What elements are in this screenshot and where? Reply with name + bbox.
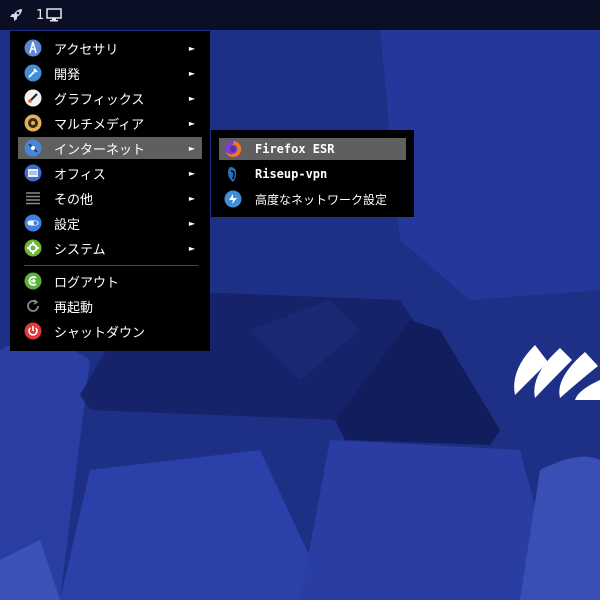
menu-item-label: 再起動 — [54, 300, 94, 316]
menu-item-label: インターネット — [54, 142, 146, 158]
workspace-switcher[interactable]: 1 — [36, 7, 63, 23]
submenu-arrow-icon: ► — [188, 168, 196, 178]
menu-item-logout[interactable]: ログアウト — [18, 270, 202, 292]
internet-icon — [23, 138, 43, 158]
submenu-item-label: Riseup-vpn — [255, 167, 328, 181]
menu-item-accessories[interactable]: アクセサリ ► — [18, 37, 202, 59]
menu-item-internet[interactable]: インターネット ► — [18, 137, 202, 159]
submenu-arrow-icon: ► — [188, 193, 196, 203]
menu-item-label: ログアウト — [54, 275, 120, 291]
network-settings-icon — [223, 189, 243, 209]
top-panel: 1 — [0, 0, 600, 30]
menu-separator — [24, 265, 198, 266]
settings-icon — [23, 213, 43, 233]
rocket-icon — [10, 9, 22, 21]
submenu-item-riseup-vpn[interactable]: Riseup-vpn — [219, 163, 406, 185]
menu-item-label: マルチメディア — [54, 117, 145, 133]
submenu-arrow-icon: ► — [188, 143, 196, 153]
system-icon — [23, 238, 43, 258]
menu-item-label: グラフィックス — [54, 92, 145, 108]
shutdown-icon — [23, 321, 43, 341]
menu-item-graphics[interactable]: グラフィックス ► — [18, 87, 202, 109]
menu-item-other[interactable]: その他 ► — [18, 187, 202, 209]
logout-icon — [23, 271, 43, 291]
application-menu: アクセサリ ► 開発 ► グラフィックス ► マルチメディア ► インターネット… — [10, 31, 210, 351]
other-icon — [23, 188, 43, 208]
submenu-arrow-icon: ► — [188, 218, 196, 228]
menu-item-development[interactable]: 開発 ► — [18, 62, 202, 84]
app-launcher-button[interactable] — [2, 0, 30, 30]
submenu-arrow-icon: ► — [188, 93, 196, 103]
multimedia-icon — [23, 113, 43, 133]
menu-item-label: システム — [54, 242, 106, 258]
menu-item-label: 設定 — [54, 217, 81, 233]
submenu-item-label: 高度なネットワーク設定 — [255, 192, 388, 207]
submenu-arrow-icon: ► — [188, 118, 196, 128]
menu-item-system[interactable]: システム ► — [18, 237, 202, 259]
riseup-vpn-icon — [223, 164, 243, 184]
development-icon — [23, 63, 43, 83]
menu-item-reboot[interactable]: 再起動 — [18, 295, 202, 317]
reboot-icon — [23, 296, 43, 316]
menu-item-label: その他 — [54, 192, 94, 208]
menu-item-shutdown[interactable]: シャットダウン — [18, 320, 202, 342]
firefox-icon — [223, 139, 243, 159]
menu-item-office[interactable]: オフィス ► — [18, 162, 202, 184]
submenu-item-label: Firefox ESR — [255, 142, 335, 156]
submenu-item-network-settings[interactable]: 高度なネットワーク設定 — [219, 188, 406, 210]
accessories-icon — [23, 38, 43, 58]
submenu-arrow-icon: ► — [188, 43, 196, 53]
graphics-icon — [23, 88, 43, 108]
submenu-arrow-icon: ► — [188, 68, 196, 78]
submenu-arrow-icon: ► — [188, 243, 196, 253]
menu-item-settings[interactable]: 設定 ► — [18, 212, 202, 234]
menu-item-label: アクセサリ — [54, 42, 119, 58]
submenu-item-firefox[interactable]: Firefox ESR — [219, 138, 406, 160]
office-icon — [23, 163, 43, 183]
internet-submenu: Firefox ESR Riseup-vpn 高度なネットワーク設定 — [211, 130, 414, 217]
monitor-icon — [46, 8, 63, 22]
menu-item-multimedia[interactable]: マルチメディア ► — [18, 112, 202, 134]
workspace-number: 1 — [36, 7, 45, 23]
menu-item-label: オフィス — [54, 167, 106, 183]
menu-item-label: シャットダウン — [54, 325, 146, 341]
menu-item-label: 開発 — [54, 67, 81, 83]
